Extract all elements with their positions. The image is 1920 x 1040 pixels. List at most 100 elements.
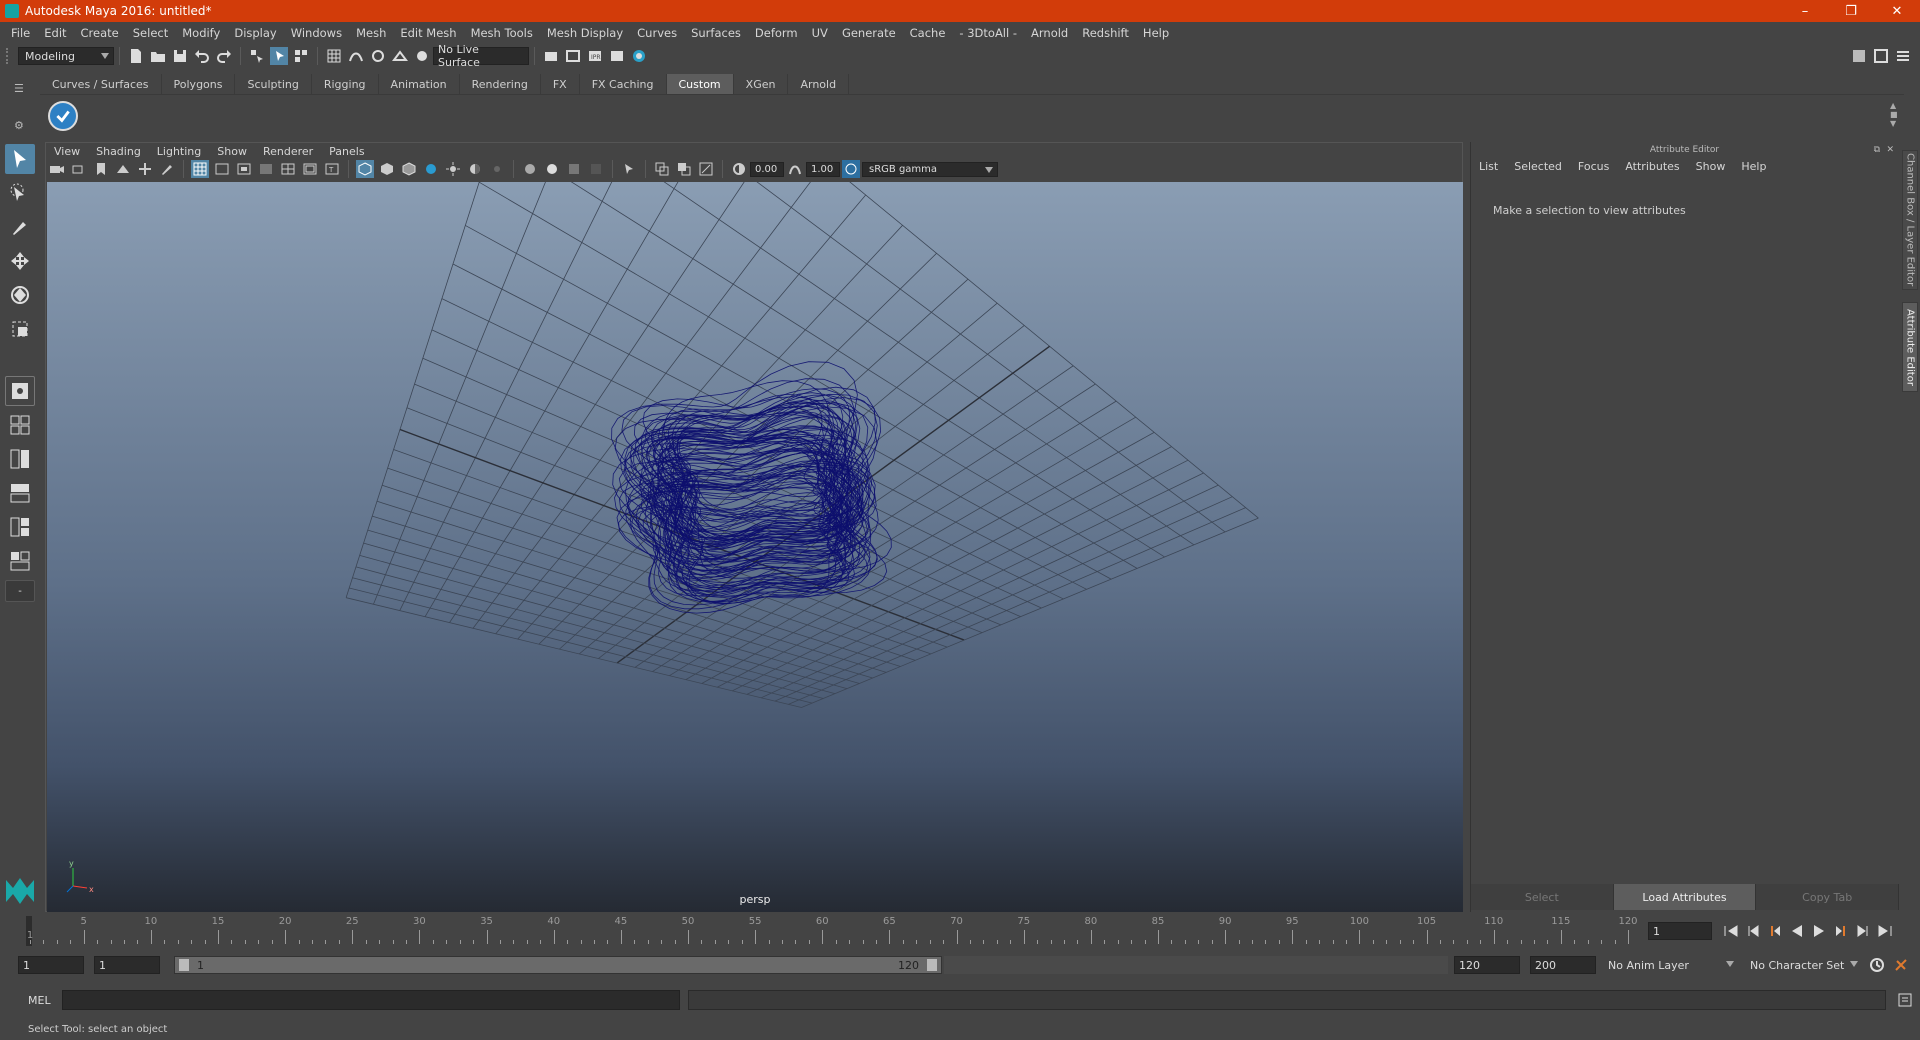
menu-uv[interactable]: UV [805, 26, 835, 40]
command-input[interactable] [62, 990, 680, 1010]
depth-of-field-icon[interactable] [587, 160, 605, 178]
gate-mask-icon[interactable] [257, 160, 275, 178]
snap-to-point-icon[interactable] [369, 47, 387, 65]
toggle-modeling-toolkit-icon[interactable] [1850, 47, 1868, 65]
shelf-tab-fx-caching[interactable]: FX Caching [579, 74, 667, 94]
grip-handle[interactable] [6, 48, 14, 64]
wireframe-shading-icon[interactable] [356, 160, 374, 178]
animation-preferences-icon[interactable] [1892, 956, 1910, 974]
select-by-component-icon[interactable] [292, 47, 310, 65]
maximize-button[interactable]: ❐ [1828, 4, 1874, 19]
single-perspective-layout-icon[interactable] [5, 376, 35, 406]
toggle-attribute-editor-icon[interactable] [1872, 47, 1890, 65]
render-frame-icon[interactable] [564, 47, 582, 65]
auto-keyframe-icon[interactable] [1868, 956, 1886, 974]
motion-blur-icon[interactable] [543, 160, 561, 178]
select-by-object-icon[interactable] [270, 47, 288, 65]
menu-deform[interactable]: Deform [748, 26, 805, 40]
menu-curves[interactable]: Curves [630, 26, 684, 40]
redo-icon[interactable] [215, 47, 233, 65]
gamma-icon[interactable] [786, 160, 804, 178]
screen-space-ao-icon[interactable] [521, 160, 539, 178]
load-attributes-button[interactable]: Load Attributes [1613, 884, 1757, 910]
minimize-button[interactable]: – [1782, 4, 1828, 19]
shelf-scroll-arrows[interactable]: ▲ ■ ▼ [1890, 101, 1900, 128]
scale-tool-icon[interactable] [5, 314, 35, 344]
rotate-tool-icon[interactable] [5, 280, 35, 310]
tab-channel-box-layer-editor[interactable]: Channel Box / Layer Editor [1902, 150, 1918, 290]
animation-end-field[interactable]: 200 [1530, 956, 1596, 974]
menu-select[interactable]: Select [126, 26, 175, 40]
grid-toggle-icon[interactable] [191, 160, 209, 178]
gamma-field[interactable]: 1.00 [806, 161, 840, 177]
xray-icon[interactable] [653, 160, 671, 178]
play-backwards-icon[interactable] [1788, 922, 1806, 940]
color-management-icon[interactable] [842, 160, 860, 178]
menu-create[interactable]: Create [74, 26, 126, 40]
attr-menu-help[interactable]: Help [1733, 160, 1774, 173]
live-surface-field[interactable]: No Live Surface [433, 43, 529, 69]
menu-file[interactable]: File [4, 26, 37, 40]
make-live-icon[interactable] [413, 47, 431, 65]
checkmark-shelf-icon[interactable] [48, 101, 78, 131]
select-tool-icon[interactable] [5, 144, 35, 174]
shelf-tab-curves-surfaces[interactable]: Curves / Surfaces [40, 74, 162, 94]
persp-graph-layout-icon[interactable] [5, 478, 35, 508]
close-panel-icon[interactable]: ✕ [1886, 142, 1894, 158]
command-language-label[interactable]: MEL [28, 994, 51, 1007]
two-d-pan-zoom-icon[interactable] [136, 160, 154, 178]
menu-edit[interactable]: Edit [37, 26, 73, 40]
xray-active-components-icon[interactable] [675, 160, 693, 178]
render-settings-icon[interactable] [542, 47, 560, 65]
lighting-icon[interactable] [488, 160, 506, 178]
save-scene-icon[interactable] [171, 47, 189, 65]
current-frame-field[interactable]: 1 [1648, 922, 1712, 940]
menu-mesh-display[interactable]: Mesh Display [540, 26, 630, 40]
go-to-start-icon[interactable] [1722, 922, 1740, 940]
range-slider[interactable]: 1 120 [174, 956, 942, 974]
wireframe-on-shaded-icon[interactable] [400, 160, 418, 178]
shadows-icon[interactable] [466, 160, 484, 178]
anti-aliasing-icon[interactable] [565, 160, 583, 178]
snap-to-view-plane-icon[interactable] [391, 47, 409, 65]
menu-redshift[interactable]: Redshift [1075, 26, 1136, 40]
shelf-settings-icon[interactable]: ⚙ [14, 119, 38, 132]
float-panel-icon[interactable]: ⧉ [1874, 142, 1880, 158]
attr-menu-list[interactable]: List [1471, 160, 1506, 173]
open-scene-icon[interactable] [149, 47, 167, 65]
menu-mesh[interactable]: Mesh [349, 26, 393, 40]
perspective-viewport[interactable]: x y persp [47, 182, 1463, 912]
undo-icon[interactable] [193, 47, 211, 65]
resolution-gate-icon[interactable] [235, 160, 253, 178]
menu-windows[interactable]: Windows [284, 26, 349, 40]
safe-action-icon[interactable] [301, 160, 319, 178]
menu-surfaces[interactable]: Surfaces [684, 26, 748, 40]
time-slider[interactable]: 1 5 10 15 20 25 30 35 40 45 50 55 60 65 70 75 80 85 90 95 1… [18, 916, 1638, 946]
film-gate-icon[interactable] [213, 160, 231, 178]
step-back-key-icon[interactable] [1766, 922, 1784, 940]
four-view-layout-icon[interactable] [5, 410, 35, 440]
script-editor-icon[interactable] [1896, 991, 1914, 1009]
viewport-menu-shading[interactable]: Shading [88, 145, 149, 158]
hypershade-icon[interactable] [608, 47, 626, 65]
step-back-icon[interactable] [1744, 922, 1762, 940]
select-by-hierarchy-icon[interactable] [248, 47, 266, 65]
new-scene-icon[interactable] [127, 47, 145, 65]
menu-arnold[interactable]: Arnold [1024, 26, 1075, 40]
attr-menu-selected[interactable]: Selected [1506, 160, 1570, 173]
anim-layer-dropdown[interactable]: No Anim Layer [1602, 956, 1738, 974]
xray-joints-icon[interactable] [697, 160, 715, 178]
paint-select-tool-icon[interactable] [5, 212, 35, 242]
use-all-lights-icon[interactable] [444, 160, 462, 178]
grease-pencil-icon[interactable] [158, 160, 176, 178]
snap-to-grid-icon[interactable] [325, 47, 343, 65]
menu-help[interactable]: Help [1136, 26, 1176, 40]
viewport-menu-view[interactable]: View [46, 145, 88, 158]
attr-menu-attributes[interactable]: Attributes [1617, 160, 1687, 173]
menu-cache[interactable]: Cache [903, 26, 953, 40]
menu-modify[interactable]: Modify [175, 26, 227, 40]
color-space-dropdown[interactable]: sRGB gamma [862, 161, 998, 177]
lasso-tool-icon[interactable] [5, 178, 35, 208]
menu-edit-mesh[interactable]: Edit Mesh [393, 26, 463, 40]
menu-generate[interactable]: Generate [835, 26, 903, 40]
